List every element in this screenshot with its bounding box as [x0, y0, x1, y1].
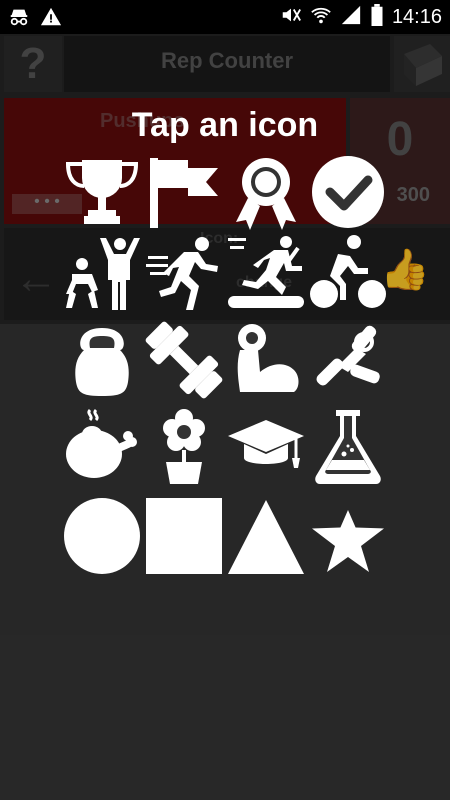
- incognito-icon: [8, 6, 30, 33]
- warning-icon: [40, 6, 62, 33]
- award-ribbon-icon[interactable]: [226, 152, 306, 232]
- flower-pot-icon[interactable]: [144, 406, 224, 486]
- overlay-title: Tap an icon: [131, 106, 319, 144]
- hand-grip-icon[interactable]: [308, 320, 388, 400]
- mute-icon: [280, 4, 302, 31]
- flag-icon[interactable]: [144, 152, 224, 232]
- trophy-icon[interactable]: [62, 152, 142, 232]
- dumbbell-icon[interactable]: [144, 320, 224, 400]
- graduation-cap-icon[interactable]: [226, 406, 306, 486]
- status-bar: 14:16: [0, 0, 450, 34]
- check-circle-icon[interactable]: [308, 152, 388, 232]
- battery-icon: [370, 4, 384, 31]
- roast-chicken-icon[interactable]: [62, 406, 142, 486]
- clock: 14:16: [391, 6, 442, 28]
- kettlebell-icon[interactable]: [62, 320, 142, 400]
- cycling-icon[interactable]: [308, 234, 388, 314]
- star-icon[interactable]: [308, 494, 388, 574]
- flask-icon[interactable]: [308, 406, 388, 486]
- treadmill-icon[interactable]: [226, 234, 306, 314]
- exercise-people-icon[interactable]: [62, 234, 142, 314]
- square-icon[interactable]: [144, 494, 224, 574]
- signal-icon: [340, 4, 362, 31]
- running-icon[interactable]: [144, 234, 224, 314]
- triangle-icon[interactable]: [226, 494, 306, 574]
- circle-icon[interactable]: [62, 494, 142, 574]
- wifi-icon: [310, 4, 332, 31]
- flexed-arm-icon[interactable]: [226, 320, 306, 400]
